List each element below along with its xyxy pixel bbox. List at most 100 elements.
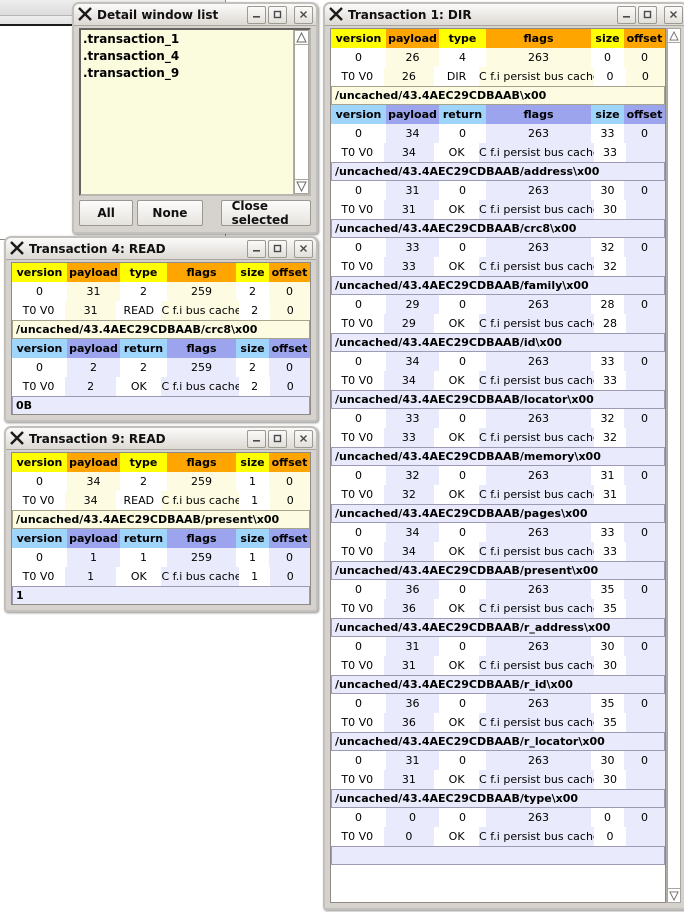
table-cell: 0 xyxy=(624,181,665,200)
table-cell: 30 xyxy=(591,637,624,656)
table-cell: 32 xyxy=(594,428,626,447)
table-cell: 0 xyxy=(12,472,67,491)
transaction-4-window[interactable]: Transaction 4: READ version payload type fl… xyxy=(4,236,318,422)
table-cell: T0 V0 xyxy=(331,599,384,618)
table-cell: 2 xyxy=(120,358,167,377)
detail-list-pane[interactable]: .transaction_1 .transaction_4 .transacti… xyxy=(79,28,311,196)
transaction-1-dir-window[interactable]: Transaction 1: DIR version payload type fla… xyxy=(323,2,684,910)
dir-response-section: 0 34 0 263 33 0 T0 V0 34 OK C f.i persist bus cac… xyxy=(331,352,665,390)
table-cell: flags xyxy=(167,263,236,282)
list-item[interactable]: .transaction_9 xyxy=(83,65,293,82)
minimize-icon[interactable] xyxy=(247,429,266,448)
table-cell: T0 V0 xyxy=(331,200,384,219)
detail-list-items[interactable]: .transaction_1 .transaction_4 .transacti… xyxy=(81,30,293,194)
dir-scrollbar[interactable] xyxy=(666,28,681,903)
table-cell: payload xyxy=(67,529,120,548)
table-cell: 1 xyxy=(67,548,120,567)
list-item[interactable]: .transaction_4 xyxy=(83,48,293,65)
table-cell: 0 xyxy=(331,637,386,656)
table-cell: 26 xyxy=(386,48,439,67)
scroll-thumb[interactable] xyxy=(294,45,309,179)
scroll-down-arrow-icon[interactable] xyxy=(667,888,681,903)
table-row: 0 31 0 263 30 0 xyxy=(331,751,665,770)
table-cell: flags xyxy=(167,339,236,358)
table-cell: OK xyxy=(434,770,480,789)
detail-list-scrollbar[interactable] xyxy=(293,30,309,194)
table-cell: 31 xyxy=(383,770,435,789)
dir-request-path: /uncached/43.4AEC29CDBAAB\x00 xyxy=(331,86,665,105)
close-icon[interactable] xyxy=(294,5,313,24)
minimize-icon[interactable] xyxy=(247,239,266,258)
transaction-9-window[interactable]: Transaction 9: READ version payload type fl… xyxy=(4,426,318,612)
table-cell: T0 V0 xyxy=(331,485,384,504)
table-cell: C f.i persist bus cache xyxy=(479,656,595,675)
table-cell: 32 xyxy=(594,257,626,276)
table-cell: T0 V0 xyxy=(12,491,66,510)
minimize-icon[interactable] xyxy=(247,5,266,24)
x-logo-icon xyxy=(329,7,344,22)
dir-table: version payload type flags size offset 0 26 4 263… xyxy=(330,28,666,903)
table-cell: 0 xyxy=(439,580,486,599)
table-cell: 263 xyxy=(486,48,591,67)
table-cell: OK xyxy=(434,428,480,447)
maximize-icon[interactable] xyxy=(268,5,287,24)
table-row: 0 29 0 263 28 0 xyxy=(331,295,665,314)
list-item[interactable]: .transaction_1 xyxy=(83,31,293,48)
table-cell: size xyxy=(236,529,269,548)
table-cell: 31 xyxy=(383,656,435,675)
table-cell: OK xyxy=(434,257,480,276)
tx9-titlebar[interactable]: Transaction 9: READ xyxy=(6,428,316,450)
table-cell xyxy=(625,656,665,675)
dir-response-path: /uncached/43.4AEC29CDBAAB/present\x00 xyxy=(331,561,665,580)
table-cell xyxy=(625,713,665,732)
close-icon[interactable] xyxy=(294,429,313,448)
close-icon[interactable] xyxy=(664,5,683,24)
table-cell xyxy=(625,485,665,504)
table-cell xyxy=(625,200,665,219)
tx9-window-buttons[interactable] xyxy=(245,429,313,448)
table-cell: C f.i persist bus cache xyxy=(479,257,595,276)
maximize-icon[interactable] xyxy=(268,239,287,258)
table-cell: size xyxy=(591,105,624,124)
table-cell xyxy=(625,143,665,162)
all-button[interactable]: All xyxy=(79,200,134,226)
minimize-icon[interactable] xyxy=(617,5,636,24)
table-cell: 30 xyxy=(591,181,624,200)
table-cell: OK xyxy=(434,656,480,675)
close-selected-button[interactable]: Close selected xyxy=(220,199,311,227)
detail-list-window-buttons[interactable] xyxy=(245,5,313,24)
dir-titlebar[interactable]: Transaction 1: DIR xyxy=(325,4,684,26)
table-cell: 1 xyxy=(65,567,117,586)
detail-window-list-window[interactable]: Detail window list .transaction_1 .trans… xyxy=(72,2,318,234)
table-cell: 35 xyxy=(591,694,624,713)
table-row: 0 34 0 263 33 0 xyxy=(331,124,665,143)
dir-window-buttons[interactable] xyxy=(615,5,683,24)
dir-response-section: 0 29 0 263 28 0 T0 V0 29 OK C f.i persist bus cac… xyxy=(331,295,665,333)
scroll-thumb[interactable] xyxy=(667,43,681,888)
tx4-titlebar[interactable]: Transaction 4: READ xyxy=(6,238,316,260)
table-cell: 0 xyxy=(331,580,386,599)
table-cell xyxy=(625,770,665,789)
table-row: 0 36 0 263 35 0 xyxy=(331,580,665,599)
table-cell xyxy=(625,371,665,390)
scroll-down-arrow-icon[interactable] xyxy=(294,179,309,194)
maximize-icon[interactable] xyxy=(268,429,287,448)
dir-title: Transaction 1: DIR xyxy=(348,7,472,22)
tx4-window-buttons[interactable] xyxy=(245,239,313,258)
detail-list-title: Detail window list xyxy=(97,7,219,22)
maximize-icon[interactable] xyxy=(638,5,657,24)
table-cell: T0 V0 xyxy=(331,770,384,789)
table-cell: 263 xyxy=(486,295,591,314)
table-cell: 33 xyxy=(594,371,626,390)
table-cell: 0 xyxy=(624,466,665,485)
table-cell: 0 xyxy=(386,808,439,827)
table-cell: 0 xyxy=(331,238,386,257)
scroll-up-arrow-icon[interactable] xyxy=(294,30,309,45)
none-button[interactable]: None xyxy=(137,200,203,226)
table-cell: 0 xyxy=(439,523,486,542)
table-header-row: version payload return flags size offset xyxy=(12,339,310,358)
table-cell: 34 xyxy=(386,352,439,371)
scroll-up-arrow-icon[interactable] xyxy=(667,28,681,43)
detail-list-titlebar[interactable]: Detail window list xyxy=(74,4,316,26)
close-icon[interactable] xyxy=(294,239,313,258)
